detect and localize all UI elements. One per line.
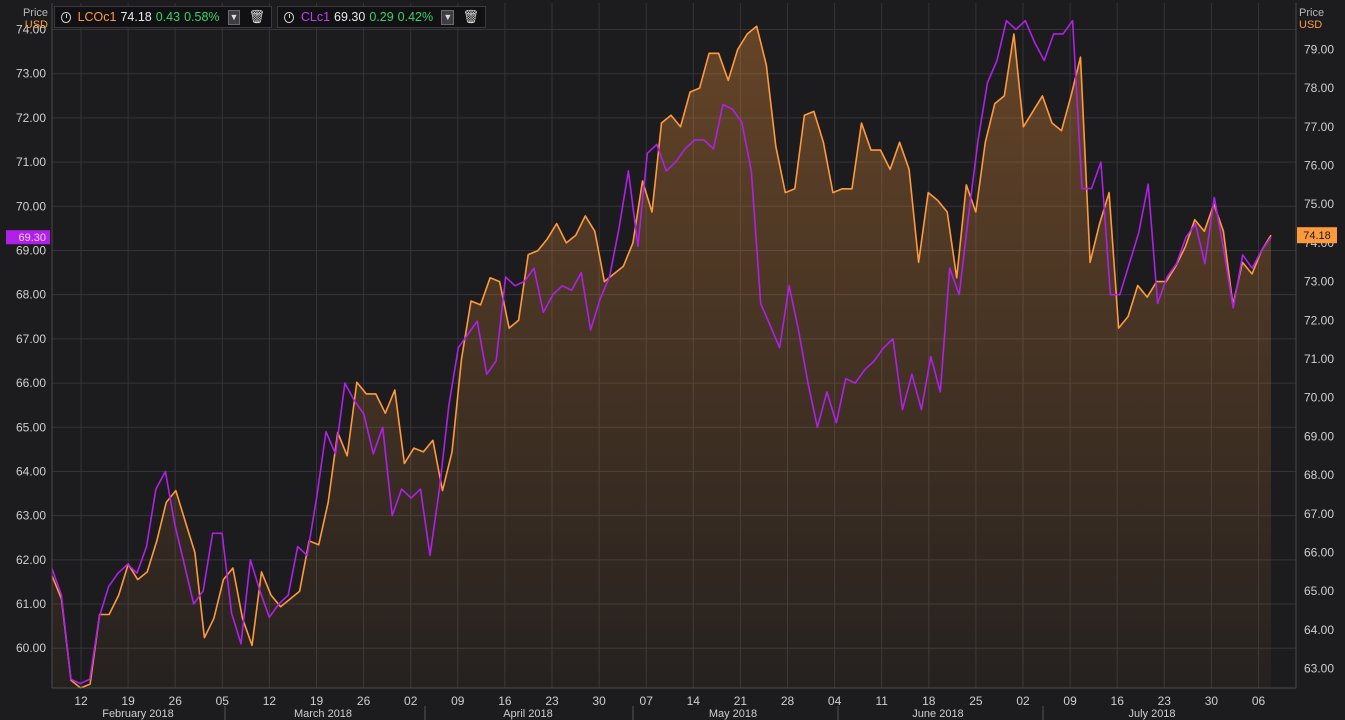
right-tick-label: 71.00 <box>1304 352 1334 366</box>
right-axis-title: Price USD <box>1299 7 1327 31</box>
clock-icon[interactable] <box>284 11 294 23</box>
left-tick-label: 62.00 <box>16 553 46 567</box>
x-tick-label: 05 <box>216 694 230 708</box>
x-tick-label: 12 <box>74 694 88 708</box>
month-label: July 2018 <box>1128 708 1175 720</box>
left-tick-label: 65.00 <box>16 420 46 434</box>
x-tick-label: 19 <box>310 694 324 708</box>
clock-icon[interactable] <box>61 11 71 23</box>
x-tick-label: 21 <box>734 694 748 708</box>
right-tick-label: 72.00 <box>1304 313 1334 327</box>
right-axis-unit-label: USD <box>1299 19 1323 31</box>
left-tick-label: 69.00 <box>16 243 46 257</box>
left-tick-label: 63.00 <box>16 509 46 523</box>
x-tick-label: 02 <box>1016 694 1030 708</box>
left-tick-label: 67.00 <box>16 332 46 346</box>
left-axis-title: Price USD <box>14 7 48 31</box>
trash-icon[interactable]: 🗑 <box>462 9 479 25</box>
last-price-label-clc1: 69.30 <box>18 232 46 244</box>
right-tick-label: 77.00 <box>1304 120 1334 134</box>
right-tick-label: 66.00 <box>1304 546 1334 560</box>
chevron-down-icon[interactable]: ▼ <box>227 9 241 25</box>
last-price-label-lcoc1: 74.18 <box>1303 230 1331 242</box>
right-tick-label: 75.00 <box>1304 197 1334 211</box>
right-tick-label: 64.00 <box>1304 623 1334 637</box>
left-tick-label: 71.00 <box>16 155 46 169</box>
x-tick-label: 26 <box>357 694 371 708</box>
x-tick-label: 12 <box>263 694 277 708</box>
legend-clc1-name: CLc1 <box>300 10 331 24</box>
left-tick-label: 66.00 <box>16 376 46 390</box>
month-label: May 2018 <box>709 708 757 720</box>
x-tick-label: 09 <box>1063 694 1077 708</box>
left-tick-label: 68.00 <box>16 288 46 302</box>
month-label: June 2018 <box>912 708 963 720</box>
x-tick-label: 23 <box>1158 694 1172 708</box>
legend-clc1-price: 69.30 <box>334 10 366 24</box>
x-tick-label: 06 <box>1252 694 1266 708</box>
x-tick-label: 30 <box>592 694 606 708</box>
legend-clc1-pct: 0.42% <box>397 10 434 24</box>
price-chart[interactable]: 12 19 26 05 12 19 26 02 09 16 23 30 07 14 21 28 04 11 18 25… <box>0 0 1345 720</box>
legend-lcoc1-change: 0.43 <box>155 10 181 24</box>
right-tick-label: 69.00 <box>1304 429 1334 443</box>
legend-clc1[interactable]: CLc1 69.30 0.29 0.42% ▼ 🗑 <box>277 6 486 28</box>
x-tick-label: 04 <box>828 694 842 708</box>
x-tick-label: 14 <box>687 694 701 708</box>
x-tick-label: 02 <box>404 694 418 708</box>
right-axis-price-label: Price <box>1299 7 1325 19</box>
right-tick-label: 63.00 <box>1304 662 1334 676</box>
right-tick-label: 70.00 <box>1304 391 1334 405</box>
left-axis-price-label: Price <box>22 7 48 19</box>
left-tick-label: 73.00 <box>16 67 46 81</box>
right-tick-label: 76.00 <box>1304 159 1334 173</box>
legend-lcoc1[interactable]: LCOc1 74.18 0.43 0.58% ▼ 🗑 <box>54 6 272 28</box>
x-tick-label: 07 <box>640 694 654 708</box>
legend-lcoc1-pct: 0.58% <box>184 10 220 24</box>
left-tick-label: 70.00 <box>16 199 46 213</box>
right-tick-label: 67.00 <box>1304 507 1334 521</box>
month-label: April 2018 <box>503 708 553 720</box>
legend-lcoc1-price: 74.18 <box>120 10 152 24</box>
left-axis-unit-label: USD <box>24 19 48 31</box>
x-tick-label: 16 <box>1111 694 1125 708</box>
legend-lcoc1-name: LCOc1 <box>77 10 117 24</box>
left-tick-label: 61.00 <box>16 597 46 611</box>
x-tick-label: 26 <box>169 694 183 708</box>
chevron-down-icon[interactable]: ▼ <box>441 9 455 25</box>
x-tick-label: 11 <box>875 694 888 708</box>
x-tick-label: 09 <box>451 694 465 708</box>
x-tick-label: 19 <box>121 694 135 708</box>
right-tick-label: 73.00 <box>1304 275 1334 289</box>
x-tick-label: 23 <box>545 694 559 708</box>
right-tick-label: 79.00 <box>1304 42 1334 56</box>
right-tick-label: 68.00 <box>1304 468 1334 482</box>
left-tick-label: 64.00 <box>16 464 46 478</box>
x-tick-label: 28 <box>781 694 795 708</box>
left-tick-label: 60.00 <box>16 641 46 655</box>
right-tick-label: 65.00 <box>1304 584 1334 598</box>
trash-icon[interactable]: 🗑 <box>248 9 265 25</box>
month-label: March 2018 <box>294 708 352 720</box>
left-tick-label: 72.00 <box>16 111 46 125</box>
month-label: February 2018 <box>102 708 174 720</box>
x-tick-label: 16 <box>498 694 512 708</box>
x-tick-label: 18 <box>922 694 936 708</box>
right-tick-label: 78.00 <box>1304 81 1334 95</box>
x-tick-label: 25 <box>969 694 983 708</box>
x-tick-label: 30 <box>1205 694 1219 708</box>
legend-clc1-change: 0.29 <box>369 10 394 24</box>
